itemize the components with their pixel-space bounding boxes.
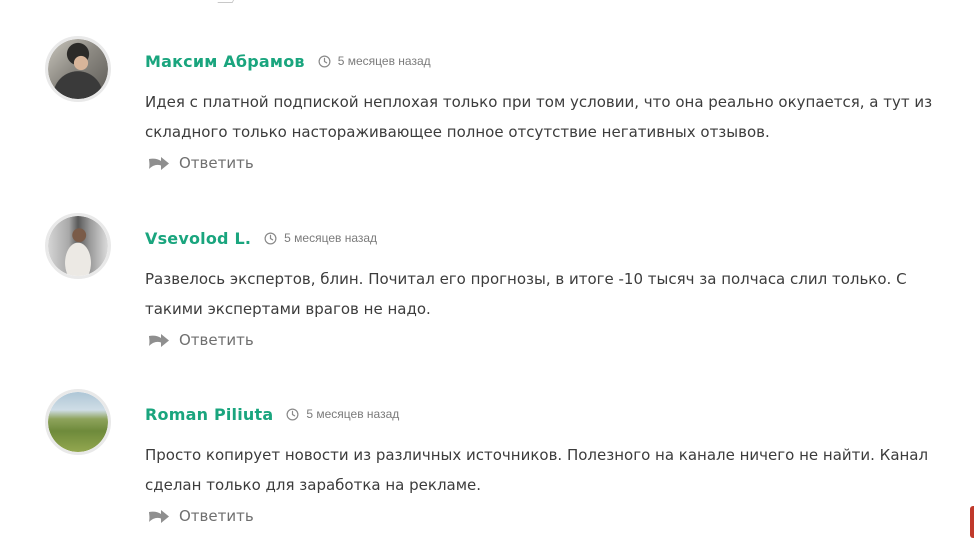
clock-icon <box>318 55 331 67</box>
comment-header: Vsevolod L. 5 месяцев назад <box>145 227 377 249</box>
reply-label: Ответить <box>179 331 254 349</box>
comment-item: Vsevolod L. 5 месяцев назад Развелось эк… <box>0 213 974 383</box>
clock-icon <box>264 232 277 244</box>
reply-button[interactable]: Ответить <box>147 154 254 172</box>
comment-time: 5 месяцев назад <box>264 231 377 245</box>
clock-icon <box>286 408 299 420</box>
scroll-to-top-button[interactable] <box>970 506 974 538</box>
comment-time: 5 месяцев назад <box>318 54 431 68</box>
comment-author[interactable]: Vsevolod L. <box>145 229 251 248</box>
comment-text: Просто копирует новости из различных ист… <box>145 446 929 494</box>
comment-item: Максим Абрамов 5 месяцев назад Идея с пл… <box>0 36 974 206</box>
comment-time-label: 5 месяцев назад <box>337 54 431 68</box>
avatar[interactable] <box>45 36 111 102</box>
reply-arrow-icon <box>149 157 169 170</box>
comment-text: Идея с платной подпиской неплохая только… <box>145 93 933 141</box>
comment-author[interactable]: Roman Piliuta <box>145 405 273 424</box>
comment-item: Roman Piliuta 5 месяцев назад Просто коп… <box>0 389 974 559</box>
avatar[interactable] <box>45 389 111 455</box>
comment-time-label: 5 месяцев назад <box>284 231 378 245</box>
comment-header: Максим Абрамов 5 месяцев назад <box>145 50 431 72</box>
comment-time-label: 5 месяцев назад <box>306 407 400 421</box>
reply-arrow-icon <box>149 510 169 523</box>
reply-label: Ответить <box>179 507 254 525</box>
reply-button[interactable]: Ответить <box>147 331 254 349</box>
comment-author[interactable]: Максим Абрамов <box>145 52 305 71</box>
avatar[interactable] <box>45 213 111 279</box>
reply-button[interactable]: Ответить <box>147 507 254 525</box>
reply-label: Ответить <box>179 154 254 172</box>
comment-header: Roman Piliuta 5 месяцев назад <box>145 403 399 425</box>
previous-comment-edge <box>217 0 238 3</box>
comment-text: Развелось экспертов, блин. Почитал его п… <box>145 270 907 318</box>
comment-time: 5 месяцев назад <box>286 407 399 421</box>
reply-arrow-icon <box>149 334 169 347</box>
